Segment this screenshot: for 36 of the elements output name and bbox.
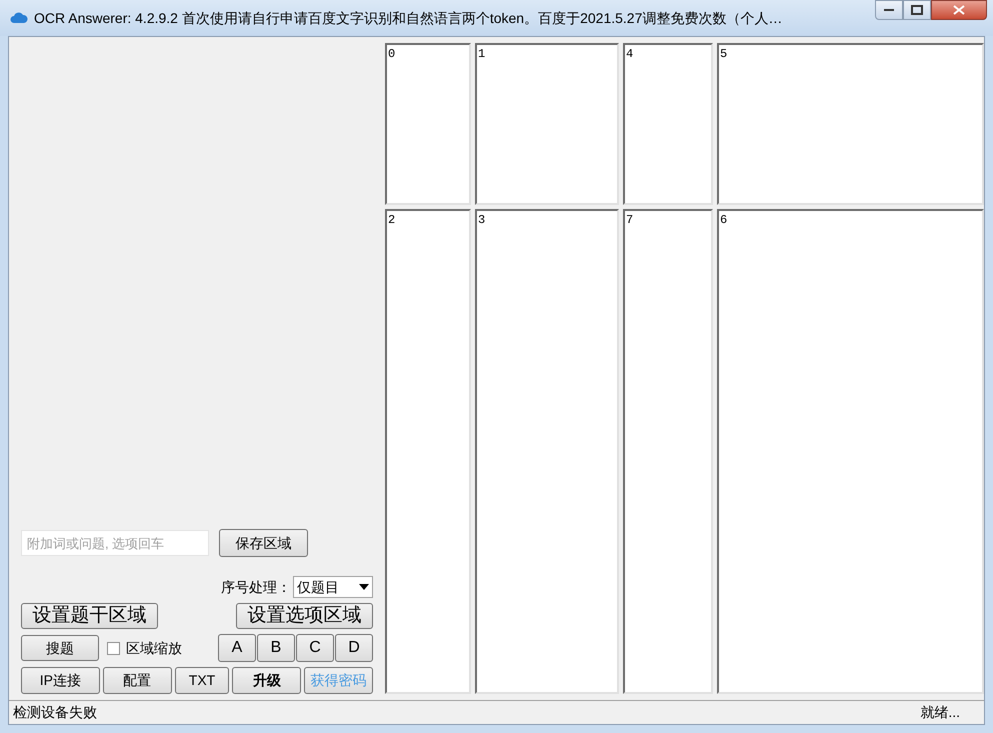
set-stem-region-button[interactable]: 设置题干区域: [21, 603, 158, 629]
maximize-button[interactable]: [903, 0, 931, 20]
zoom-checkbox-label: 区域缩放: [126, 638, 182, 658]
toolbar-button[interactable]: IP连接: [21, 667, 100, 694]
region-pane: 4: [623, 43, 713, 205]
numbering-label: 序号处理：: [221, 578, 291, 596]
dropdown-arrow-icon: [359, 584, 369, 590]
toolbar-button[interactable]: TXT: [174, 667, 230, 694]
toolbar-button[interactable]: 升级: [232, 667, 302, 694]
window-title: OCR Answerer: 4.2.9.2 首次使用请自行申请百度文字识别和自然语言两个token。百度于2021.5.27调整免费次数（个人…: [34, 8, 782, 28]
region-pane: 0: [385, 43, 471, 205]
minimize-icon: [884, 8, 894, 12]
region-pane: 2: [385, 209, 471, 694]
option-button[interactable]: A: [218, 634, 256, 662]
option-button[interactable]: D: [335, 634, 373, 662]
close-button[interactable]: [931, 0, 987, 20]
region-pane: 6: [717, 209, 984, 694]
region-pane: 1: [475, 43, 619, 205]
option-button[interactable]: C: [296, 634, 334, 662]
close-icon: [953, 5, 965, 15]
set-options-region-button[interactable]: 设置选项区域: [236, 603, 373, 629]
option-button[interactable]: B: [257, 634, 295, 662]
cloud-icon: [10, 12, 28, 24]
region-pane: 3: [475, 209, 619, 694]
search-question-button[interactable]: 搜题: [21, 635, 99, 661]
status-text: 检测设备失败: [13, 703, 97, 722]
minimize-button[interactable]: [875, 0, 903, 20]
toolbar-button[interactable]: 配置: [102, 667, 172, 694]
question-input[interactable]: 附加词或问题, 选项回车: [21, 530, 209, 556]
numbering-dropdown[interactable]: 仅题目: [293, 576, 373, 598]
region-pane: 5: [717, 43, 984, 205]
zoom-checkbox[interactable]: [107, 642, 120, 654]
save-region-button[interactable]: 保存区域: [219, 529, 308, 557]
ready-status: 就绪...: [920, 703, 960, 722]
region-pane: 7: [623, 209, 713, 694]
maximize-icon: [911, 5, 923, 15]
